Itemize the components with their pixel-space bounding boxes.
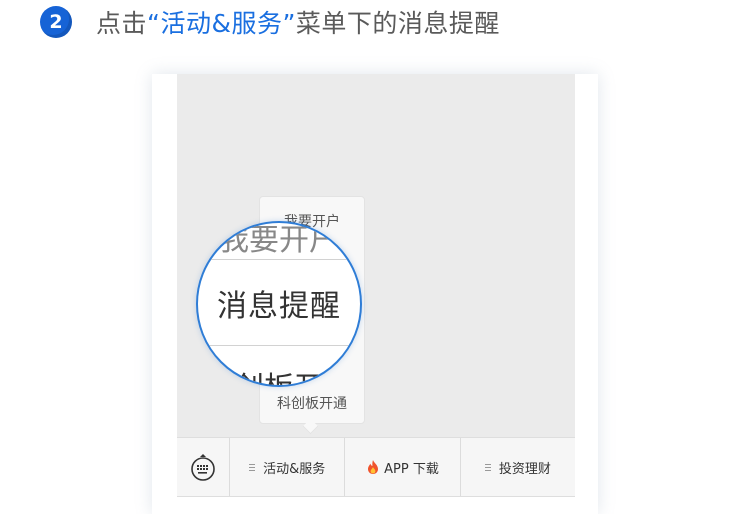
step-number-badge: 2 [40, 6, 72, 38]
menu-label: 活动&服务 [263, 461, 326, 477]
magnified-divider [198, 345, 360, 346]
magnified-partial-top: 我要开户 [219, 223, 339, 258]
bottom-menu-bar: 活动&服务 APP 下载 投资理财 [177, 437, 575, 497]
menu-label: 投资理财 [498, 461, 551, 477]
menu-investment[interactable]: 投资理财 [461, 438, 575, 496]
menu-activity-service[interactable]: 活动&服务 [230, 438, 346, 496]
magnified-message-reminder[interactable]: 消息提醒 [198, 281, 360, 325]
step-text-suffix: 菜单下的消息提醒 [295, 9, 500, 38]
keyboard-toggle[interactable] [177, 438, 230, 496]
fire-icon [366, 459, 380, 475]
step-text-prefix: 点击 [96, 9, 148, 38]
step-text-highlight: “活动&服务” [147, 9, 296, 38]
magnified-partial-bottom: 创板开 [198, 363, 360, 385]
step-instruction: 点击“活动&服务”菜单下的消息提醒 [96, 4, 500, 40]
popup-item-star-market[interactable]: 科创板开通 [260, 393, 364, 413]
step-heading: 2 点击“活动&服务”菜单下的消息提醒 [40, 6, 500, 38]
keyboard-icon [191, 454, 215, 481]
menu-label: APP 下载 [384, 461, 439, 477]
menu-lines-icon [249, 462, 256, 473]
magnified-divider [198, 259, 360, 260]
menu-lines-icon [484, 462, 491, 473]
menu-app-download[interactable]: APP 下载 [345, 438, 461, 496]
magnifier-lens: 我要开户 消息提醒 创板开 [196, 221, 362, 387]
